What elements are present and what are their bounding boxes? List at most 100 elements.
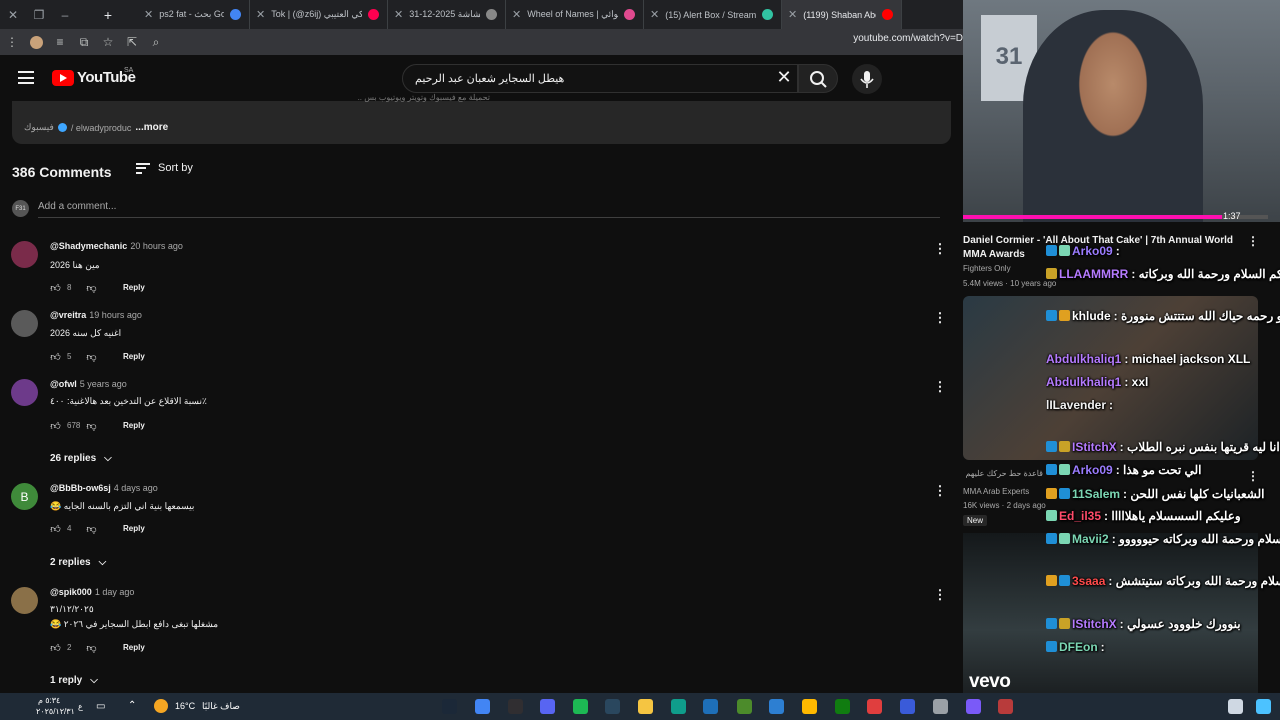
like-icon[interactable]: 👍︎	[50, 523, 61, 535]
dislike-icon[interactable]: 👎︎	[86, 351, 97, 363]
discord-icon[interactable]	[540, 699, 555, 714]
clear-search-icon[interactable]: ✕	[773, 66, 795, 88]
window-close-icon[interactable]: ✕	[0, 0, 26, 29]
edge-icon[interactable]	[671, 699, 686, 714]
minecraft-icon[interactable]	[737, 699, 752, 714]
comment-author[interactable]: @ofwl	[50, 379, 77, 389]
channel-handle-link[interactable]: / elwadyproduc	[71, 123, 132, 133]
tab-close-icon[interactable]: ✕	[394, 8, 403, 21]
xbox-icon[interactable]	[835, 699, 850, 714]
window-restore-icon[interactable]: ❐	[26, 0, 52, 29]
comment-author[interactable]: @BbBb-ow6sj	[50, 483, 111, 493]
comment-menu-icon[interactable]: ⋮	[933, 241, 947, 257]
dislike-icon[interactable]: 👎︎	[86, 523, 97, 535]
voice-search-button[interactable]	[852, 64, 882, 94]
dislike-icon[interactable]: 👎︎	[86, 420, 97, 432]
reply-button[interactable]: Reply	[123, 283, 145, 292]
weather-temperature[interactable]: 16°C	[175, 701, 195, 711]
show-more-button[interactable]: ...more	[135, 122, 168, 133]
vscode-icon[interactable]	[703, 699, 718, 714]
file-explorer-icon[interactable]	[638, 699, 653, 714]
steam-icon[interactable]	[442, 699, 457, 714]
chrome-icon[interactable]	[475, 699, 490, 714]
settings-icon[interactable]	[933, 699, 948, 714]
reply-button[interactable]: Reply	[123, 643, 145, 652]
view-replies-button[interactable]: 2 replies ⌵	[50, 557, 106, 568]
start-icon[interactable]	[1256, 699, 1271, 714]
zoom-search-icon[interactable]: ⌕	[145, 31, 167, 53]
like-icon[interactable]: 👍︎	[50, 642, 61, 654]
search-input[interactable]: هيطل السجاير شعبان عبد الرحيم	[402, 64, 798, 93]
commenter-avatar[interactable]	[11, 310, 38, 337]
app-blue-icon[interactable]	[900, 699, 915, 714]
recommended-channel[interactable]: Fighters Only	[963, 264, 1011, 273]
like-icon[interactable]: 👍︎	[50, 420, 61, 432]
sort-comments-button[interactable]: Sort by	[136, 162, 193, 174]
steam-alt-icon[interactable]	[605, 699, 620, 714]
tab-close-icon[interactable]: ✕	[512, 8, 521, 21]
app-icon[interactable]	[769, 699, 784, 714]
view-replies-button[interactable]: 26 replies ⌵	[50, 453, 112, 464]
view-replies-button[interactable]: 1 reply ⌵	[50, 675, 98, 686]
commenter-avatar[interactable]	[11, 241, 38, 268]
comment-time[interactable]: 5 years ago	[80, 379, 127, 389]
reply-button[interactable]: Reply	[123, 524, 145, 533]
share-icon[interactable]: ⇱	[121, 31, 143, 53]
browser-tab[interactable]: ✕ (1199) Shaban Abd El Re	[782, 0, 902, 29]
menu-kebab-icon[interactable]: ⋮	[1, 31, 23, 53]
new-tab-button[interactable]: +	[78, 0, 138, 29]
window-minimize-icon[interactable]: –	[52, 0, 78, 29]
tab-close-icon[interactable]: ✕	[144, 8, 153, 21]
tab-close-icon[interactable]: ✕	[788, 8, 797, 21]
browser-tab[interactable]: ✕ Wheel of Names | عشوائي	[506, 0, 644, 29]
recommended-video-title[interactable]: قاعدة حط حركك عليهم	[963, 469, 1043, 478]
comment-author[interactable]: @vreitra	[50, 310, 86, 320]
browser-tab[interactable]: ✕ ps2 fat - بحث Google	[138, 0, 250, 29]
like-icon[interactable]: 👍︎	[50, 282, 61, 294]
browser-tab[interactable]: ✕ Tok | (@z6ij) تركي العتيبي	[250, 0, 388, 29]
reading-list-icon[interactable]: ≡	[49, 31, 71, 53]
copilot-icon[interactable]	[966, 699, 981, 714]
app-strip-icon[interactable]	[998, 699, 1013, 714]
commenter-avatar[interactable]	[11, 587, 38, 614]
hamburger-menu-icon[interactable]	[18, 71, 34, 84]
app-red-icon[interactable]	[867, 699, 882, 714]
browser-tab[interactable]: ✕ لقطة الشاشة 2025-12-31	[388, 0, 506, 29]
reply-button[interactable]: Reply	[123, 421, 145, 430]
extensions-icon[interactable]: ⧉	[73, 31, 95, 53]
browser-tab[interactable]: ✕ (15) Alert Box / Streamlab	[644, 0, 782, 29]
reply-button[interactable]: Reply	[123, 352, 145, 361]
comment-menu-icon[interactable]: ⋮	[933, 483, 947, 499]
search-taskbar-icon[interactable]	[1228, 699, 1243, 714]
comment-time[interactable]: 20 hours ago	[130, 241, 183, 251]
network-icon[interactable]: ▭	[96, 701, 105, 712]
recommended-channel[interactable]: MMA Arab Experts	[963, 487, 1029, 496]
tab-close-icon[interactable]: ✕	[650, 8, 659, 21]
weather-condition[interactable]: صاف غالبًا	[202, 701, 240, 712]
comment-time[interactable]: 19 hours ago	[89, 310, 142, 320]
store-icon[interactable]	[802, 699, 817, 714]
add-comment-input[interactable]: Add a comment...	[38, 201, 940, 218]
dislike-icon[interactable]: 👎︎	[86, 282, 97, 294]
comment-time[interactable]: 1 day ago	[95, 587, 135, 597]
clock-time[interactable]: ٥:٣٤ م	[38, 696, 60, 705]
tab-close-icon[interactable]: ✕	[256, 8, 265, 21]
tray-chevron-up-icon[interactable]: ⌃	[128, 700, 136, 711]
dislike-icon[interactable]: 👎︎	[86, 642, 97, 654]
comment-author[interactable]: @spik000	[50, 587, 92, 597]
comment-time[interactable]: 4 days ago	[114, 483, 158, 493]
comment-menu-icon[interactable]: ⋮	[933, 587, 947, 603]
like-icon[interactable]: 👍︎	[50, 351, 61, 363]
comment-menu-icon[interactable]: ⋮	[933, 310, 947, 326]
comment-author[interactable]: @Shadymechanic	[50, 241, 127, 251]
youtube-logo-icon[interactable]	[52, 70, 74, 86]
comment-menu-icon[interactable]: ⋮	[933, 379, 947, 395]
commenter-avatar[interactable]	[11, 379, 38, 406]
search-button[interactable]	[798, 64, 838, 93]
input-language[interactable]: ع	[78, 702, 83, 711]
obs-icon[interactable]	[508, 699, 523, 714]
commenter-avatar[interactable]: B	[11, 483, 38, 510]
spotify-icon[interactable]	[573, 699, 588, 714]
clock-date[interactable]: ٢٠٢٥/١٢/٣١	[36, 707, 75, 716]
bookmark-star-icon[interactable]: ☆	[97, 31, 119, 53]
